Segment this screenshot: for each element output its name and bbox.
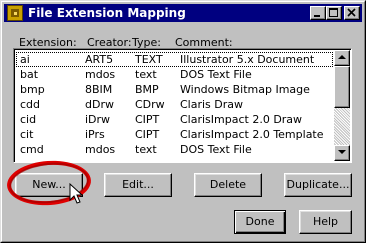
row-creator: dDrw — [85, 98, 114, 111]
app-icon — [7, 5, 23, 21]
row-creator: iPrs — [85, 128, 105, 141]
scroll-up-arrow-icon — [338, 55, 346, 59]
close-icon — [347, 8, 356, 17]
row-comment: Illustrator 5.x Document — [180, 53, 315, 66]
row-creator: mdos — [85, 68, 116, 81]
row-type: TEXT — [135, 53, 163, 66]
row-type: CIPT — [135, 113, 160, 126]
file-extension-mapping-window: File Extension Mapping Extension: Creato… — [0, 0, 366, 243]
row-extension: bat — [20, 68, 39, 81]
row-extension: bmp — [20, 83, 45, 96]
row-creator: 8BIM — [85, 83, 113, 96]
row-extension: ai — [20, 53, 30, 66]
row-type: text — [135, 68, 157, 81]
row-type: CIPT — [135, 128, 160, 141]
row-comment: Windows Bitmap Image — [180, 83, 310, 96]
arrow-cursor-icon — [69, 183, 83, 204]
close-button[interactable] — [344, 6, 360, 20]
row-extension: cdd — [20, 98, 41, 111]
row-type: CDrw — [135, 98, 165, 111]
row-comment: ClarisImpact 2.0 Template — [180, 128, 324, 141]
done-button[interactable]: Done — [234, 210, 286, 234]
duplicate-button[interactable]: Duplicate... — [284, 173, 352, 197]
edit-button[interactable]: Edit... — [104, 173, 172, 197]
delete-button[interactable]: Delete — [194, 173, 262, 197]
scroll-thumb[interactable] — [334, 66, 350, 108]
row-type: text — [135, 143, 157, 156]
list-item[interactable]: cid iDrw CIPT ClarisImpact 2.0 Draw — [16, 112, 333, 127]
list-item[interactable]: cdd dDrw CDrw Claris Draw — [16, 97, 333, 112]
row-comment: DOS Text File — [180, 68, 252, 81]
row-extension: cit — [20, 128, 34, 141]
row-extension: cmd — [20, 143, 44, 156]
row-type: BMP — [135, 83, 159, 96]
extension-rows: ai ART5 TEXT Illustrator 5.x Document ba… — [16, 51, 333, 160]
scroll-up-button[interactable] — [334, 50, 350, 66]
window-title: File Extension Mapping — [28, 6, 186, 20]
extension-list[interactable]: ai ART5 TEXT Illustrator 5.x Document ba… — [13, 48, 352, 163]
row-creator: mdos — [85, 143, 116, 156]
row-comment: ClarisImpact 2.0 Draw — [180, 113, 303, 126]
maximize-icon — [329, 8, 338, 17]
vertical-scrollbar[interactable] — [334, 50, 350, 161]
list-item[interactable]: bat mdos text DOS Text File — [16, 67, 333, 82]
row-creator: ART5 — [85, 53, 114, 66]
help-button[interactable]: Help — [299, 210, 352, 234]
list-item[interactable]: cmd mdos text DOS Text File — [16, 142, 333, 157]
minimize-button[interactable] — [310, 6, 326, 20]
row-comment: Claris Draw — [180, 98, 244, 111]
list-item[interactable]: cit iPrs CIPT ClarisImpact 2.0 Template — [16, 127, 333, 142]
scroll-down-arrow-icon — [338, 150, 346, 154]
minimize-icon — [314, 15, 320, 17]
scroll-down-button[interactable] — [334, 145, 350, 161]
row-creator: iDrw — [85, 113, 111, 126]
title-bar[interactable]: File Extension Mapping — [4, 4, 362, 22]
row-extension: cid — [20, 113, 37, 126]
list-item[interactable]: bmp 8BIM BMP Windows Bitmap Image — [16, 82, 333, 97]
list-item[interactable]: ai ART5 TEXT Illustrator 5.x Document — [16, 52, 333, 67]
maximize-button[interactable] — [326, 6, 342, 20]
row-comment: DOS Text File — [180, 143, 252, 156]
